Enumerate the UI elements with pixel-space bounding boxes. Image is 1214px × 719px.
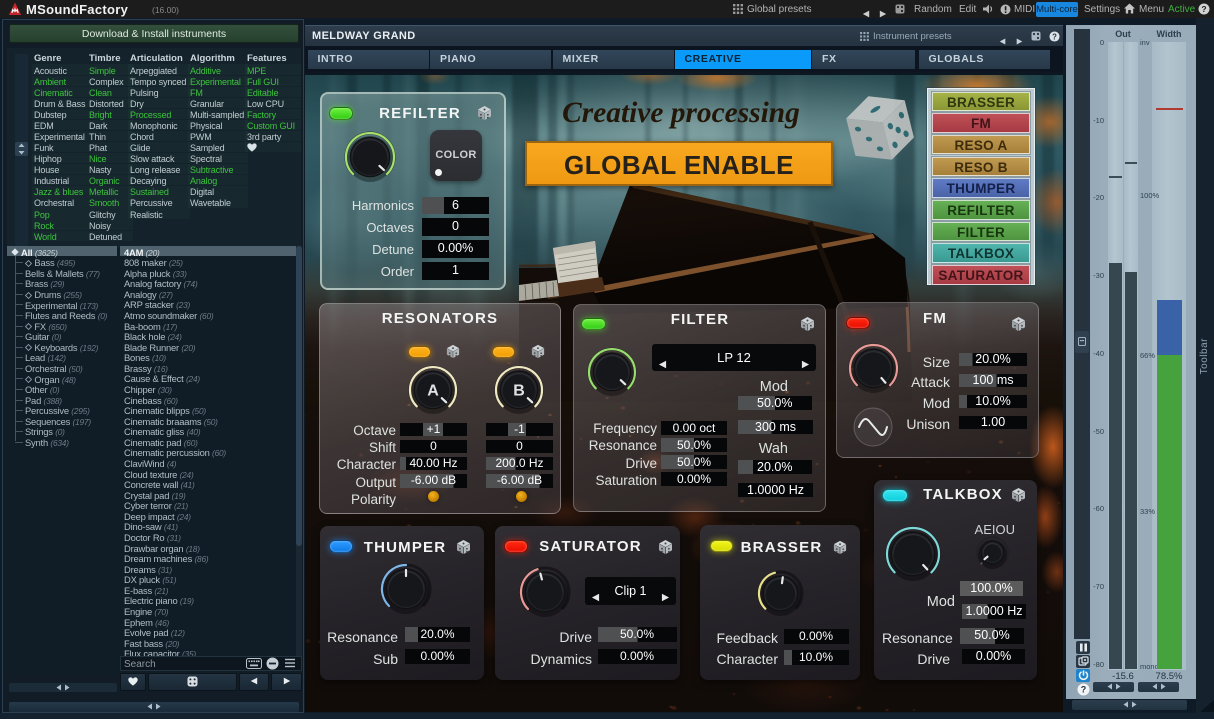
svg-text:A: A (427, 383, 439, 400)
svg-text:?: ? (1080, 684, 1086, 694)
svg-text:?: ? (1201, 4, 1206, 14)
svg-text:?: ? (1052, 32, 1057, 41)
svg-text:B: B (513, 383, 525, 400)
